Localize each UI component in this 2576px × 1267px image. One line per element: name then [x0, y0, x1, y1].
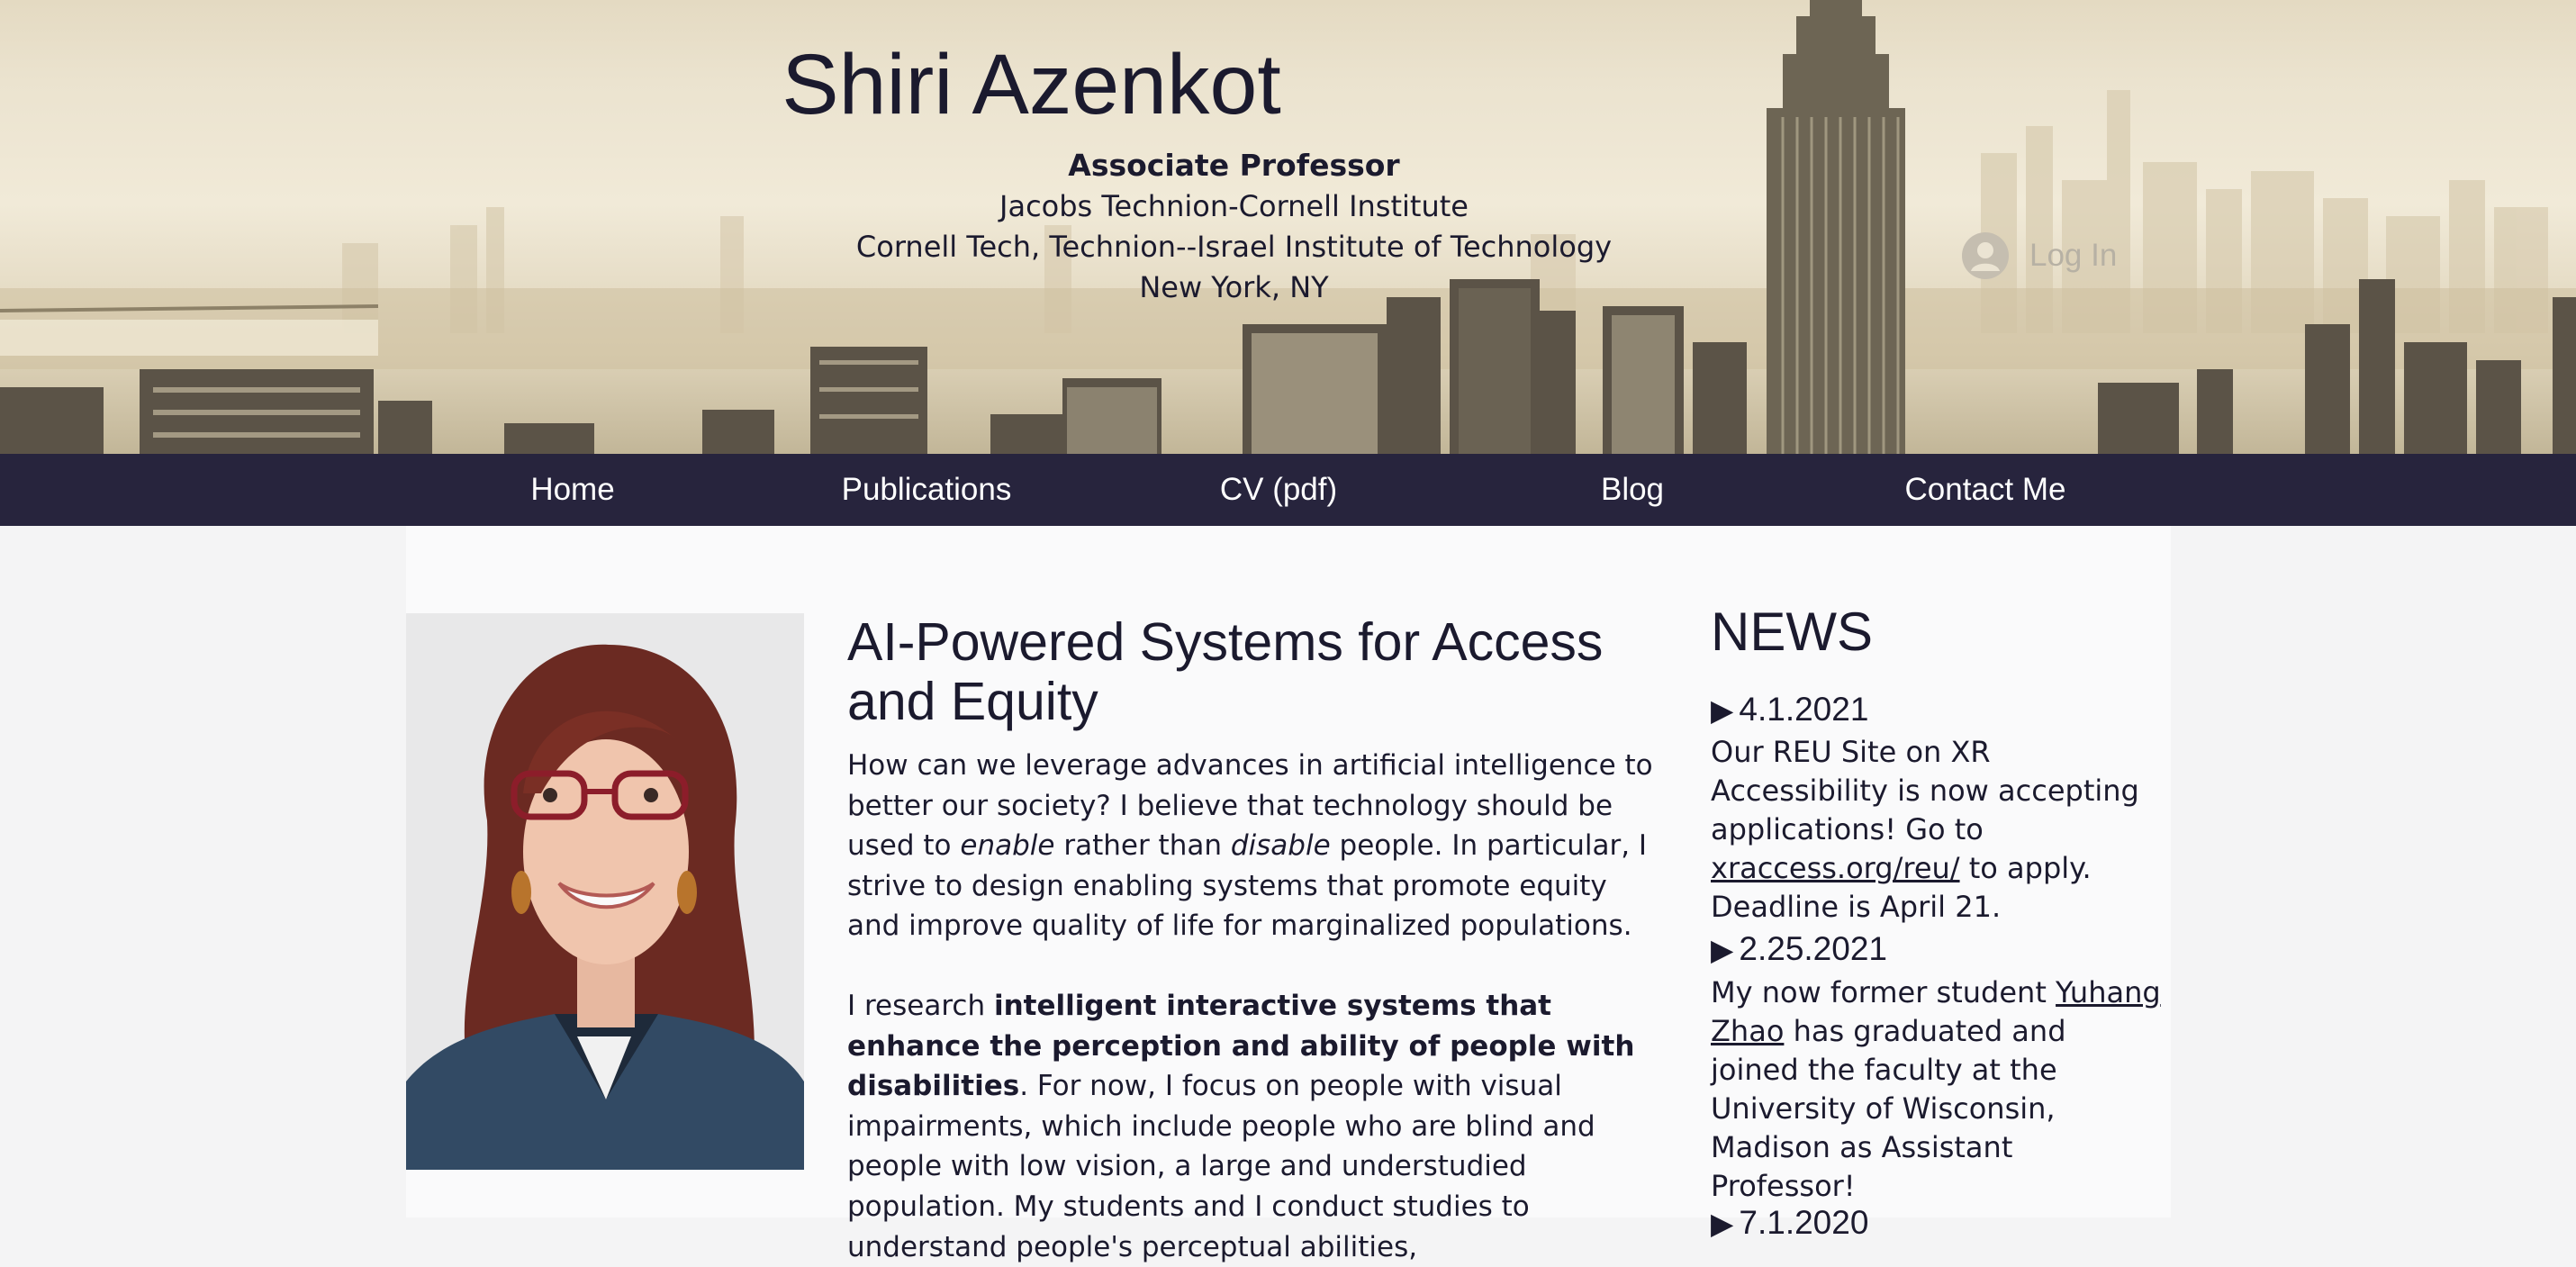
intro-emphasis-enable: enable [960, 829, 1055, 863]
location-text: New York, NY [1139, 270, 1329, 304]
header-banner: Shiri Azenkot Associate Professor Jacobs… [0, 0, 2576, 454]
main-navigation: Home Publications CV (pdf) Blog Contact … [0, 454, 2576, 526]
triangle-right-icon: ▶ [1711, 1207, 1734, 1240]
user-avatar-icon [1962, 232, 2009, 279]
news-item-text: My now former student Yuhang Zhao has gr… [1711, 973, 2161, 1206]
research-paragraph: I research intelligent interactive syste… [847, 986, 1658, 1267]
news-text-a: My now former student [1711, 975, 2056, 1009]
news-date-label: 7.1.2020 [1739, 1204, 1869, 1241]
nav-item-blog[interactable]: Blog [1506, 454, 1758, 526]
intro-text-b: rather than [1054, 829, 1231, 863]
news-heading: NEWS [1711, 602, 1873, 662]
site-title: Shiri Azenkot [782, 37, 1281, 132]
nav-item-contact[interactable]: Contact Me [1859, 454, 2111, 526]
news-date[interactable]: ▶ 4.1.2021 [1711, 690, 1868, 730]
news-text-a: Our REU Site on XR Accessibility is now … [1711, 735, 2139, 846]
nav-item-home[interactable]: Home [447, 454, 699, 526]
nav-item-publications[interactable]: Publications [800, 454, 1053, 526]
institution-line-2: Cornell Tech, Technion--Israel Institute… [855, 230, 1613, 264]
triangle-right-icon: ▶ [1711, 693, 1734, 727]
research-heading: AI-Powered Systems for Access and Equity [847, 612, 1604, 731]
login-button[interactable]: Log In [1961, 229, 2117, 283]
news-date-label: 2.25.2021 [1739, 930, 1887, 967]
research-text-a: I research [847, 990, 994, 1022]
news-date[interactable]: ▶ 7.1.2020 [1711, 1203, 1868, 1244]
profile-photo [406, 613, 804, 1170]
news-item-text: Our REU Site on XR Accessibility is now … [1711, 733, 2161, 927]
intro-emphasis-disable: disable [1230, 829, 1331, 863]
intro-paragraph: How can we leverage advances in artifici… [847, 746, 1658, 946]
nav-item-cv[interactable]: CV (pdf) [1152, 454, 1405, 526]
institution-line-1: Jacobs Technion-Cornell Institute [999, 189, 1469, 223]
news-date-label: 4.1.2021 [1739, 691, 1869, 728]
login-label: Log In [2029, 238, 2118, 273]
xraccess-link[interactable]: xraccess.org/reu/ [1711, 851, 1960, 885]
triangle-right-icon: ▶ [1711, 933, 1734, 966]
job-title: Associate Professor [1068, 148, 1400, 183]
news-date[interactable]: ▶ 2.25.2021 [1711, 929, 1887, 970]
